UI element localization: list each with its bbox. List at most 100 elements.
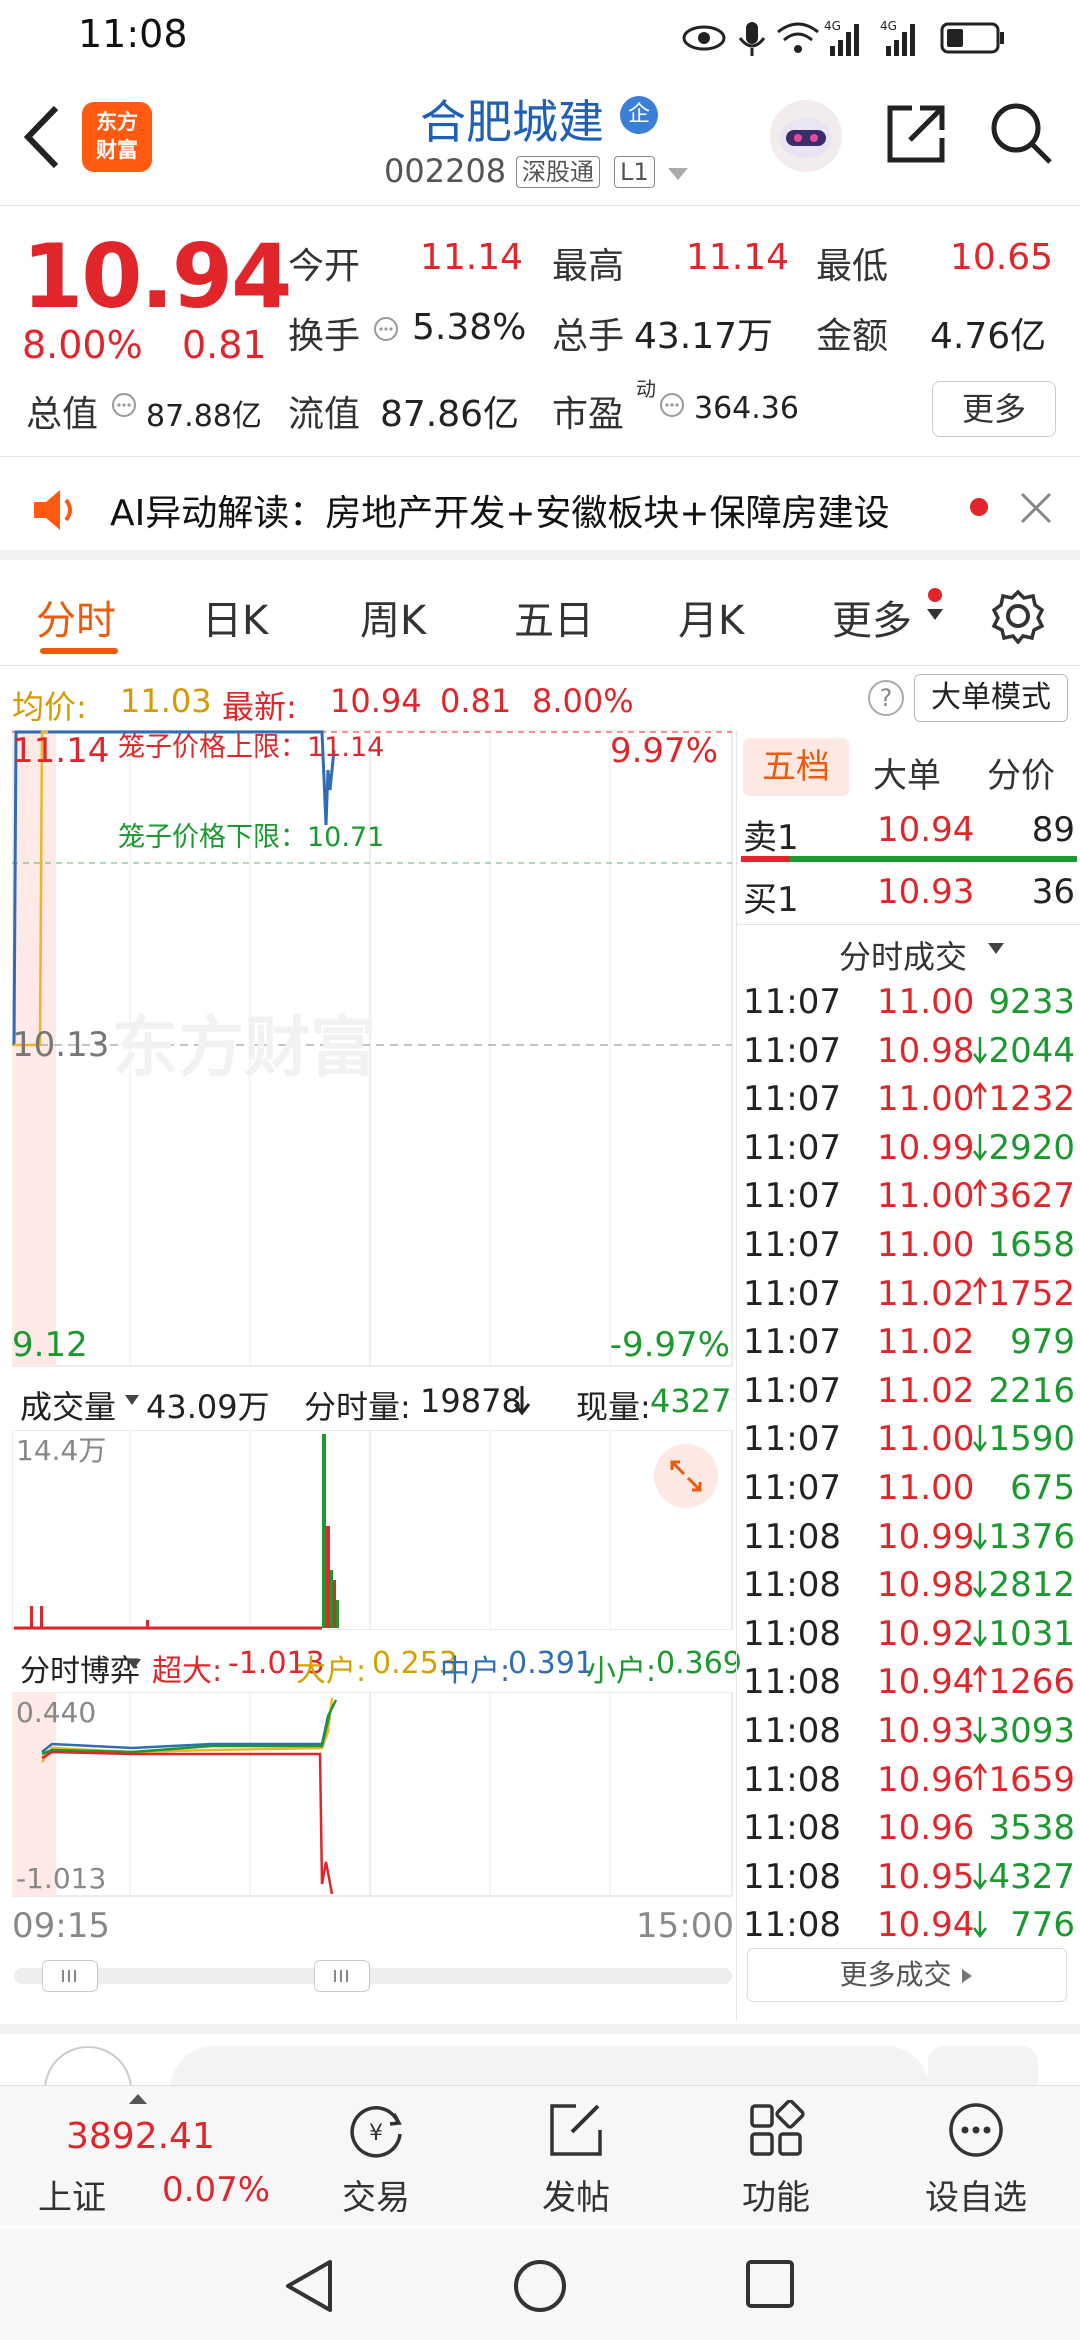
buy1-price: 10.93	[877, 872, 975, 912]
nav-functions-label: 功能	[742, 2178, 810, 2218]
chevron-up-icon[interactable]	[128, 2092, 148, 2106]
more-button[interactable]: 更多	[932, 381, 1056, 437]
ai-banner-text: AI异动解读：房地产开发+安徽板块+保障房建设	[110, 493, 890, 534]
volume-max-label: 14.4万	[16, 1434, 106, 1467]
avg-label: 均价:	[12, 688, 87, 726]
level-tag: L1	[614, 156, 655, 188]
status-bar: 11:08 4G 4G	[0, 0, 1080, 72]
stock-name[interactable]: 合肥城建	[420, 86, 604, 152]
danmaku-toggle[interactable]	[928, 2046, 1038, 2086]
share-icon[interactable]	[884, 102, 948, 166]
flow-selector[interactable]: 分时博弈	[20, 1646, 140, 1690]
high-label: 最高	[552, 246, 625, 287]
tick-time: 11:08	[743, 1662, 841, 1703]
comment-icon[interactable]	[44, 2046, 132, 2086]
tick-volume: 1266	[988, 1662, 1075, 1703]
chevron-down-icon[interactable]	[124, 1394, 140, 1406]
big-order-mode-button[interactable]: 大单模式	[914, 674, 1068, 722]
tick-volume: 1590	[988, 1419, 1075, 1460]
back-triangle-icon[interactable]	[282, 2258, 334, 2314]
tick-time: 11:07	[743, 1176, 841, 1217]
chevron-down-icon[interactable]	[126, 1658, 142, 1670]
tab-big-orders[interactable]: 大单	[873, 748, 941, 797]
tick-volume: 675	[1010, 1468, 1075, 1508]
tab-daily-k[interactable]: 日K	[202, 588, 268, 646]
index-name[interactable]: 上证	[38, 2170, 106, 2219]
tick-volume: 3093	[988, 1711, 1075, 1751]
tab-more[interactable]: 更多	[832, 588, 912, 646]
tick-price: 10.92	[877, 1613, 975, 1654]
more-trades-label: 更多成交	[839, 1958, 952, 1991]
nav-post[interactable]: 发帖	[496, 2086, 656, 2226]
nav-add-watchlist[interactable]: 设自选	[896, 2086, 1056, 2226]
nav-trade[interactable]: ¥ 交易	[296, 2086, 456, 2226]
minute-volume-value: 19878	[420, 1382, 522, 1420]
info-icon[interactable]	[658, 391, 686, 419]
order-book-panel: 五档 大单 分价 卖1 10.94 89 买1 10.93 36 分时成交 11…	[736, 730, 1080, 2020]
nav-functions[interactable]: 功能	[696, 2086, 856, 2226]
tab-five-day[interactable]: 五日	[514, 588, 594, 646]
trade-tick-row: 11:07 10.99 2920	[737, 1128, 1080, 1176]
arrow-down-icon	[973, 1567, 987, 1608]
grid-icon	[750, 2100, 805, 2156]
help-icon[interactable]: ?	[868, 680, 904, 716]
comment-input[interactable]	[170, 2046, 930, 2086]
tab-five-levels[interactable]: 五档	[743, 738, 849, 796]
volume-selector[interactable]: 成交量	[20, 1382, 116, 1428]
network-label-2: 4G	[880, 19, 897, 33]
ticks-header[interactable]: 分时成交	[839, 932, 967, 978]
latest-label: 最新:	[222, 688, 297, 726]
index-value[interactable]: 3892.41	[66, 2116, 215, 2157]
volume-label: 总手	[552, 316, 625, 357]
info-icon[interactable]	[372, 315, 400, 343]
intraday-chart[interactable]: 东方财富 11.14 9.97% 笼子价格上限：11.14 笼子价格下限：10.…	[12, 730, 734, 1370]
buy1-volume: 36	[1031, 872, 1075, 912]
tick-time: 11:07	[743, 1079, 841, 1120]
tab-weekly-k[interactable]: 周K	[360, 588, 426, 646]
info-icon[interactable]	[110, 391, 138, 419]
chevron-down-icon[interactable]	[666, 166, 690, 184]
tab-intraday[interactable]: 分时	[36, 588, 116, 646]
tick-volume: 776	[1010, 1905, 1075, 1946]
latest-value: 10.94	[330, 682, 422, 720]
volume-chart[interactable]: 14.4万	[12, 1430, 734, 1630]
eye-icon	[682, 25, 726, 51]
tick-price: 10.99	[877, 1127, 975, 1168]
tab-price-distribution[interactable]: 分价	[987, 748, 1055, 797]
home-circle-icon[interactable]	[512, 2258, 568, 2314]
index-change-pct[interactable]: 0.07%	[162, 2170, 270, 2210]
tick-price: 11.00	[877, 1079, 975, 1120]
ai-banner[interactable]: AI异动解读：房地产开发+安徽板块+保障房建设	[0, 460, 1080, 560]
close-icon[interactable]	[1018, 490, 1054, 526]
volume-header: 成交量 43.09万 分时量: 19878 现量: 4327	[12, 1368, 734, 1430]
back-icon[interactable]	[18, 102, 64, 172]
connect-tag: 深股通	[516, 156, 600, 188]
average-price-bar: 均价: 11.03 最新: 10.94 0.81 8.00% ? 大单模式	[0, 670, 1080, 730]
tick-time: 11:08	[743, 1516, 841, 1557]
app-logo[interactable]: 东方 财富	[82, 102, 152, 172]
tick-volume: 2044	[988, 1030, 1075, 1071]
more-trades-button[interactable]: 更多成交	[747, 1948, 1067, 2002]
tick-volume: 2216	[988, 1370, 1075, 1411]
recents-square-icon[interactable]	[744, 2258, 796, 2310]
latest-pct: 8.00%	[532, 682, 634, 720]
trade-tick-row: 11:07 11.00 9233	[737, 982, 1080, 1030]
range-scrollbar[interactable]	[14, 1960, 732, 1992]
capital-flow-chart[interactable]: 0.440 -1.013	[12, 1692, 734, 1898]
search-icon[interactable]	[988, 100, 1054, 166]
range-handle-right[interactable]	[314, 1960, 370, 1992]
turnover-label: 换手	[288, 316, 361, 357]
chevron-down-icon[interactable]	[987, 942, 1005, 956]
chevron-down-icon	[927, 609, 943, 620]
avg-value: 11.03	[120, 682, 212, 720]
tick-price: 11.02	[877, 1370, 975, 1411]
current-volume-label: 现量:	[576, 1388, 651, 1426]
tab-monthly-k[interactable]: 月K	[678, 588, 744, 646]
gear-icon[interactable]	[990, 588, 1046, 644]
range-handle-left[interactable]	[42, 1960, 98, 1992]
current-volume-value: 4327	[650, 1382, 732, 1420]
system-navigation	[0, 2228, 1080, 2340]
robot-avatar-icon[interactable]	[766, 96, 846, 176]
small-label: 小户:	[586, 1654, 657, 1689]
arrow-down-icon	[973, 1859, 987, 1900]
